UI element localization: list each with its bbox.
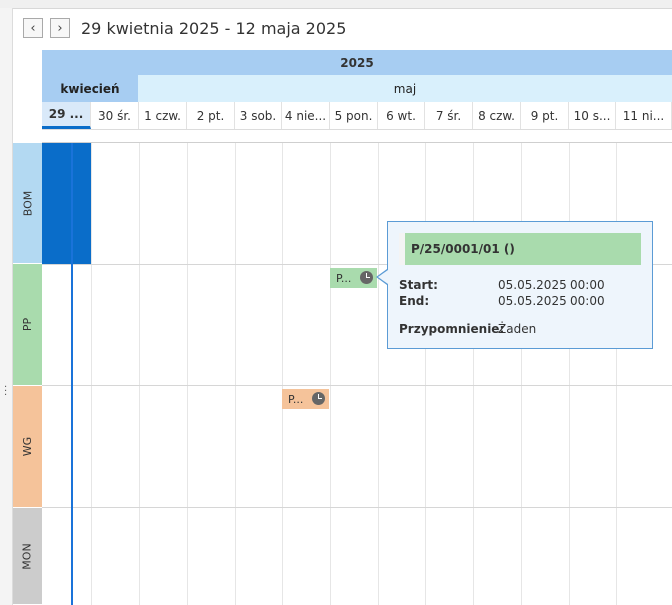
top-border xyxy=(0,0,672,9)
day-header-cell[interactable]: 29 ... xyxy=(42,102,91,129)
chevron-right-icon: › xyxy=(57,20,63,36)
appointment-pp[interactable]: P... xyxy=(330,268,377,288)
day-header-cell[interactable]: 30 śr. xyxy=(91,102,139,129)
grid-column-line xyxy=(378,143,379,605)
month-header-may: maj xyxy=(138,75,672,102)
tooltip-pointer-inner xyxy=(378,270,388,284)
tooltip-start-date: 05.05.2025 xyxy=(498,278,567,292)
appointment-tooltip: P/25/0001/01 () Start: 05.05.2025 00:00 … xyxy=(387,221,653,349)
day-header-cell[interactable]: 11 ni... xyxy=(616,102,672,129)
tooltip-start-time: 00:00 xyxy=(570,278,605,292)
date-range-title: 29 kwietnia 2025 - 12 maja 2025 xyxy=(81,19,347,38)
day-header-cell[interactable]: 9 pt. xyxy=(521,102,569,129)
day-header-cell[interactable]: 7 śr. xyxy=(425,102,473,129)
reminder-clock-icon xyxy=(312,392,325,405)
grid-column-line xyxy=(473,143,474,605)
grid-column-line xyxy=(425,143,426,605)
chevron-left-icon: ‹ xyxy=(30,20,36,36)
next-range-button[interactable]: › xyxy=(50,18,70,38)
tooltip-reminder-label: Przypomnienie: xyxy=(399,322,505,336)
grid-column-line xyxy=(235,143,236,605)
grid-column-line xyxy=(139,143,140,605)
resource-header-mon[interactable]: MON xyxy=(13,508,42,605)
splitter-grip-icon[interactable]: · · · xyxy=(4,383,7,401)
grid-column-line xyxy=(569,143,570,605)
grid-column-line xyxy=(616,143,617,605)
schedule-grid[interactable] xyxy=(42,143,672,605)
previous-range-button[interactable]: ‹ xyxy=(23,18,43,38)
month-header-april: kwiecień xyxy=(42,75,138,102)
year-header: 2025 xyxy=(42,50,672,75)
tooltip-start-label: Start: xyxy=(399,278,438,292)
tooltip-reminder-value: Żaden xyxy=(498,322,537,336)
grid-column-line xyxy=(187,143,188,605)
day-header-cell[interactable]: 1 czw. xyxy=(139,102,187,129)
day-header-cell[interactable]: 6 wt. xyxy=(378,102,425,129)
grid-column-line xyxy=(521,143,522,605)
left-splitter[interactable]: · · · xyxy=(0,8,13,605)
grid-column-line xyxy=(330,143,331,605)
grid-row-line xyxy=(42,507,672,508)
day-header-cell[interactable]: 3 sob. xyxy=(235,102,282,129)
day-header-cell[interactable]: 10 s... xyxy=(569,102,616,129)
selected-day-cell[interactable] xyxy=(42,143,91,264)
grid-column-line xyxy=(91,143,92,605)
day-header-cell[interactable]: 8 czw. xyxy=(473,102,521,129)
resource-header-pp[interactable]: PP xyxy=(13,264,42,386)
day-header-cell[interactable]: 5 pon. xyxy=(330,102,378,129)
all-day-row xyxy=(42,129,672,143)
tooltip-end-time: 00:00 xyxy=(570,294,605,308)
day-header-cell[interactable]: 4 nie... xyxy=(282,102,330,129)
grid-row-line xyxy=(42,385,672,386)
tooltip-title: P/25/0001/01 () xyxy=(399,233,641,265)
current-time-indicator xyxy=(71,143,73,605)
grid-column-line xyxy=(282,143,283,605)
day-header-cell[interactable]: 2 pt. xyxy=(187,102,235,129)
reminder-clock-icon xyxy=(360,271,373,284)
resource-header-bom[interactable]: BOM xyxy=(13,143,42,264)
tooltip-end-date: 05.05.2025 xyxy=(498,294,567,308)
resource-header-wg[interactable]: WG xyxy=(13,386,42,508)
appointment-wg[interactable]: P... xyxy=(282,389,329,409)
tooltip-end-label: End: xyxy=(399,294,430,308)
day-header-row: 29 ... 30 śr. 1 czw. 2 pt. 3 sob. 4 nie.… xyxy=(42,102,672,130)
